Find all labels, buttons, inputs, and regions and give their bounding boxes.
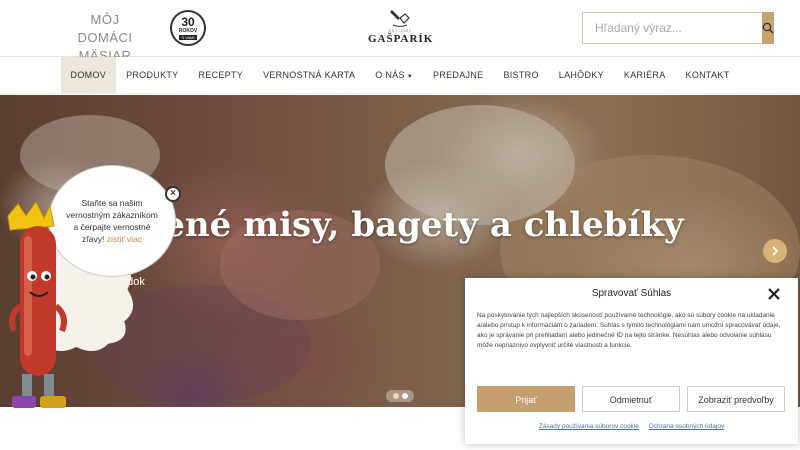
cookie-policy-link[interactable]: Zásady používania súborov cookie [539, 423, 639, 430]
cookie-body: Na poskytovanie tých najlepších skúsenos… [477, 312, 781, 349]
nav-item-kontakt[interactable]: KONTAKT [676, 57, 740, 94]
bubble-close-button[interactable]: × [165, 186, 181, 202]
cleaver-icon [390, 10, 410, 27]
nav-item-bistro[interactable]: BISTRO [493, 57, 548, 94]
loyalty-link[interactable]: zistiť viac [107, 234, 142, 244]
cookie-deny-button[interactable]: Odmietnuť [582, 386, 680, 412]
search-button[interactable] [762, 12, 774, 44]
slider-next-button[interactable] [763, 239, 787, 263]
nav-item-o-nas-label: O NÁS [375, 70, 405, 80]
brand-line-1: MÔJ DOMÁCI [77, 12, 133, 45]
sausage-mascot-icon [7, 201, 67, 408]
logo-name: GAŠPARÍK [368, 33, 434, 45]
cookie-title: Spravovať Súhlas [591, 288, 672, 299]
site-header: MÔJ DOMÁCI MÄSIAR 30 ROKOV S VAMI EST. 1… [0, 0, 800, 63]
search-form [582, 12, 774, 44]
caret-down-icon: ▼ [406, 74, 414, 80]
cookie-consent-dialog: Spravovať Súhlas Na poskytovanie tých na… [465, 278, 798, 444]
slider-dot-active[interactable] [401, 393, 408, 399]
badge-number: 30 [181, 14, 195, 29]
nav-item-lahodky[interactable]: LAHÔDKY [549, 57, 614, 94]
logo[interactable]: EST. 1991 GAŠPARÍK [368, 8, 432, 50]
slider-dot[interactable] [392, 393, 399, 399]
nav-item-domov[interactable]: DOMOV [60, 57, 117, 94]
slider-dots [386, 390, 414, 402]
badge-text: ROKOV [178, 27, 198, 34]
nav-item-recepty[interactable]: RECEPTY [188, 57, 253, 94]
search-input[interactable] [582, 12, 762, 44]
search-icon [762, 22, 774, 34]
badge-ribbon: S VAMI [179, 34, 197, 40]
cookie-accept-button[interactable]: Prijať [477, 386, 575, 412]
nav-item-produkty[interactable]: PRODUKTY [116, 57, 188, 94]
nav-item-predajne[interactable]: PREDAJNE [423, 57, 493, 94]
main-nav: DOMOV PRODUKTY RECEPTY VERNOSTNÁ KARTA O… [0, 57, 800, 94]
cookie-preferences-button[interactable]: Zobraziť predvoľby [687, 386, 785, 412]
cookie-buttons: Prijať Odmietnuť Zobraziť predvoľby [477, 386, 785, 412]
nav-item-kariera[interactable]: KARIÉRA [614, 57, 676, 94]
anniversary-badge: 30 ROKOV S VAMI [170, 10, 206, 46]
cookie-links: Zásady používania súborov cookie Ochrana… [465, 423, 798, 430]
privacy-policy-link[interactable]: Ochrana osobných údajov [649, 423, 725, 430]
chevron-right-icon [772, 246, 779, 256]
nav-item-o-nas[interactable]: O NÁS ▼ [365, 57, 423, 94]
nav-item-vernostna-karta[interactable]: VERNOSTNÁ KARTA [253, 57, 365, 94]
close-icon[interactable] [767, 287, 781, 301]
